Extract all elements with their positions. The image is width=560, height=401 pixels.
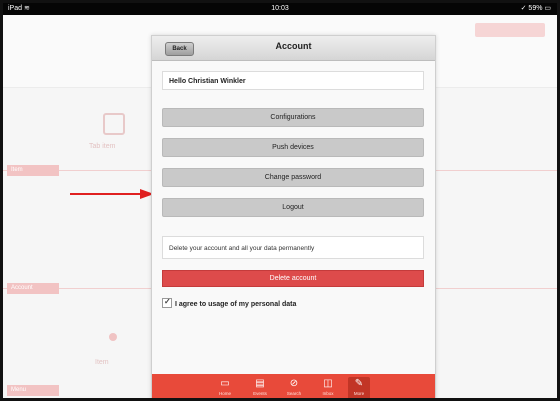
tab-label: More	[353, 391, 365, 396]
tab-label: Inbox	[322, 391, 334, 396]
logout-button[interactable]: Logout	[162, 198, 424, 217]
tab-label: Home	[218, 391, 231, 396]
push-devices-button[interactable]: Push devices	[162, 138, 424, 157]
checkmark-icon: ✓	[164, 297, 171, 307]
monitor-icon: ▭	[220, 378, 230, 389]
delete-account-info: Delete your account and all your data pe…	[162, 236, 424, 259]
tab-label: Search	[286, 391, 302, 396]
background-tab-label: Account	[11, 285, 33, 291]
battery-status: ✓ 59% ▭	[520, 5, 551, 12]
tab-label: Events	[253, 391, 267, 396]
tab-events[interactable]: ▤ Events	[249, 377, 271, 398]
agree-row: ✓ I agree to usage of my personal data	[162, 297, 424, 312]
tab-home[interactable]: ▭ Home	[214, 377, 236, 398]
tab-inbox[interactable]: ◫ Inbox	[317, 377, 339, 398]
ipad-screen: iPad ≋ 10:03 ✓ 59% ▭ Tab item Item Accou…	[0, 0, 560, 401]
tray-icon: ◫	[323, 378, 333, 389]
tab-more[interactable]: ✎ More	[348, 377, 370, 398]
background-item-label: Tab item	[89, 143, 116, 150]
tab-search[interactable]: ⊘ Search	[283, 377, 305, 398]
clock: 10:03	[271, 5, 289, 12]
agree-label: I agree to usage of my personal data	[175, 301, 297, 308]
page-title: Account	[275, 41, 312, 51]
agree-checkbox[interactable]: ✓	[162, 297, 172, 309]
background-header-bar	[475, 23, 545, 37]
background-tab: Account	[7, 283, 59, 294]
nav-bar: Back Account	[152, 36, 435, 61]
change-password-button[interactable]: Change password	[162, 168, 424, 187]
tools-icon: ✎	[354, 378, 364, 389]
annotation-arrow-icon	[70, 189, 154, 199]
background-square-icon	[103, 113, 125, 135]
delete-account-button[interactable]: Delete account	[162, 270, 424, 287]
search-icon: ⊘	[289, 378, 299, 389]
tab-bar: ▭ Home ▤ Events ⊘ Search ◫ Inbox ✎ More	[152, 374, 435, 398]
background-tab: Menu	[7, 385, 59, 396]
background-dot-icon	[109, 333, 117, 341]
background-tab: Item	[7, 165, 59, 176]
greeting-text: Hello Christian Winkler	[162, 71, 424, 90]
background-tab-label: Item	[11, 167, 23, 173]
configurations-button[interactable]: Configurations	[162, 108, 424, 127]
account-panel: Back Account Hello Christian Winkler Con…	[151, 35, 436, 398]
list-icon: ▤	[255, 378, 265, 389]
status-bar: iPad ≋ 10:03 ✓ 59% ▭	[3, 3, 557, 15]
background-tab-label: Menu	[11, 387, 27, 393]
background-item-label: Item	[95, 359, 109, 366]
